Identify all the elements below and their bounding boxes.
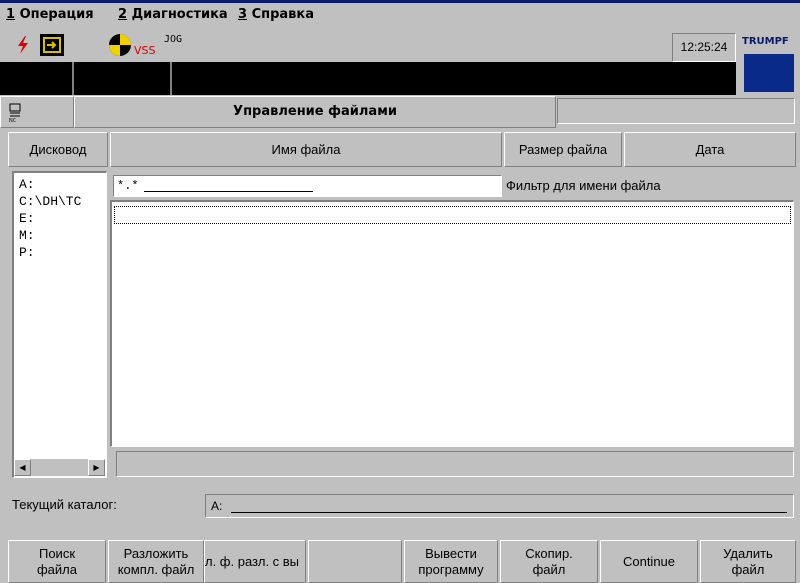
vss-indicator: VSS bbox=[134, 44, 156, 57]
menu-operation[interactable]: 1 Операция bbox=[6, 7, 94, 22]
lightning-alarm-icon bbox=[18, 36, 28, 54]
logo-box bbox=[744, 54, 794, 92]
crosshair-target-icon bbox=[109, 34, 131, 56]
split-file-with-output-button[interactable]: л. ф. разл. с вы bbox=[204, 540, 306, 583]
menu-diagnostics[interactable]: 2 Диагностика bbox=[118, 7, 228, 22]
search-file-button[interactable]: Поиск файла bbox=[8, 540, 106, 583]
header-filesize[interactable]: Размер файла bbox=[504, 132, 622, 167]
drive-item-c[interactable]: C:\DH\TC bbox=[19, 193, 106, 210]
current-dir-field: A: bbox=[205, 494, 794, 518]
page-title: Управление файлами bbox=[74, 96, 556, 128]
logo-text: TRUMPF bbox=[742, 36, 789, 47]
current-dir-label: Текущий каталог: bbox=[12, 497, 117, 512]
menu-bar: 1 Операция 2 Диагностика 3 Справка bbox=[0, 0, 800, 30]
file-list-row[interactable] bbox=[114, 206, 791, 224]
clock: 12:25:24 bbox=[672, 33, 736, 62]
scroll-right-button[interactable]: ▶ bbox=[88, 459, 105, 476]
file-status-field bbox=[116, 451, 794, 477]
file-list[interactable] bbox=[110, 200, 794, 447]
drive-item-e[interactable]: E: bbox=[19, 210, 106, 227]
nc-program-icon: NC bbox=[9, 103, 21, 123]
output-program-button[interactable]: Вывести программу bbox=[404, 540, 498, 583]
scroll-left-button[interactable]: ◀ bbox=[14, 459, 31, 476]
split-complete-file-button[interactable]: Разложить компл. файл bbox=[108, 540, 204, 583]
logo: TRUMPF bbox=[738, 31, 800, 95]
filter-label: Фильтр для имени файла bbox=[506, 178, 661, 193]
empty-softkey[interactable] bbox=[308, 540, 402, 583]
menu-help[interactable]: 3 Справка bbox=[238, 7, 314, 22]
drive-item-m[interactable]: M: bbox=[19, 227, 106, 244]
continue-button[interactable]: Continue bbox=[600, 540, 698, 583]
header-drive: Дисковод bbox=[8, 132, 108, 167]
title-info-field bbox=[557, 98, 795, 124]
drive-list-scrollbar[interactable]: ◀ ▶ bbox=[14, 459, 105, 476]
copy-file-button[interactable]: Скопир. файл bbox=[500, 540, 598, 583]
title-icon-cell: NC bbox=[0, 96, 74, 128]
filename-filter-input[interactable]: *.* bbox=[113, 175, 502, 197]
message-bar bbox=[0, 62, 736, 95]
door-exit-icon[interactable] bbox=[40, 34, 64, 56]
header-filename[interactable]: Имя файла bbox=[110, 132, 502, 167]
drive-list[interactable]: A: C:\DH\TC E: M: P: bbox=[12, 171, 107, 478]
header-date[interactable]: Дата bbox=[624, 132, 796, 167]
delete-file-button[interactable]: Удалить файл bbox=[700, 540, 796, 583]
svg-text:NC: NC bbox=[9, 118, 17, 123]
drive-item-a[interactable]: A: bbox=[19, 176, 106, 193]
drive-item-p[interactable]: P: bbox=[19, 244, 106, 261]
mode-indicator: JOG bbox=[164, 34, 183, 45]
